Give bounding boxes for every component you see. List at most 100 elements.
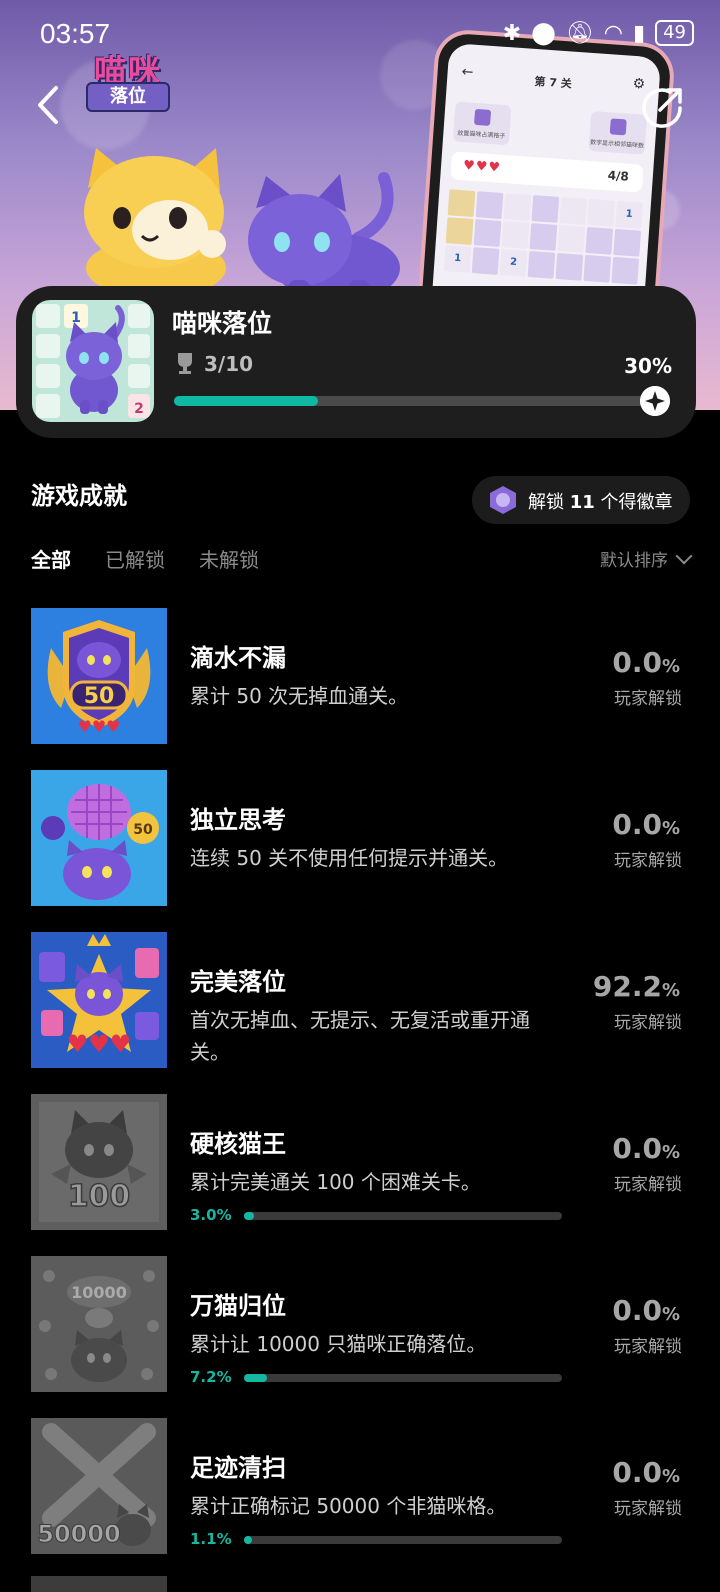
svg-text:2: 2 bbox=[134, 401, 144, 417]
achievement-item[interactable]: 50 独立思考 连续 50 关不使用任何提示并通关。 0.0% 玩家解锁 bbox=[0, 770, 720, 932]
svg-text:♥♥♥: ♥♥♥ bbox=[67, 1030, 132, 1058]
achievement-item[interactable]: ♥♥♥ 完美落位 首次无掉血、无提示、无复活或重开通关。 92.2% 玩家解锁 bbox=[0, 932, 720, 1094]
mute-icon: 🔕︎ bbox=[565, 20, 594, 46]
chevron-down-icon bbox=[675, 547, 693, 564]
achievement-progress: 1.1% bbox=[190, 1530, 574, 1550]
achievement-item[interactable]: 50 ♥♥♥ 滴水不漏 累计 50 次无掉血通关。 0.0% 玩家解锁 bbox=[0, 608, 720, 770]
achievement-title: 完美落位 bbox=[190, 968, 286, 996]
game-progress-bar bbox=[174, 396, 654, 406]
game-progress-fill bbox=[174, 396, 318, 406]
phone-grid: 1 12 bbox=[443, 189, 643, 285]
share-button[interactable] bbox=[640, 86, 684, 130]
cat-10000-locked-icon: 10000 bbox=[31, 1256, 167, 1392]
badge-icon bbox=[490, 486, 516, 514]
achievement-title: 硬核猫王 bbox=[190, 1130, 286, 1158]
cat-100-locked-icon: 100 bbox=[31, 1094, 167, 1230]
achievement-percent: 0.0% bbox=[612, 646, 680, 679]
sort-dropdown[interactable]: 默认排序 bbox=[600, 546, 693, 571]
status-bar: 03:57 ✱ ⬤ 🔕︎ ◠ ▮ 49 bbox=[0, 0, 720, 70]
achievement-desc: 累计完美通关 100 个困难关卡。 bbox=[190, 1170, 481, 1194]
bluetooth-icon: ✱ bbox=[502, 20, 522, 46]
achievement-list: 50 ♥♥♥ 滴水不漏 累计 50 次无掉血通关。 0.0% 玩家解锁 50 独… bbox=[0, 608, 720, 1580]
achievement-unlock-label: 玩家解锁 bbox=[614, 689, 682, 709]
achievement-progress-label: 3.0% bbox=[190, 1206, 232, 1224]
svg-text:♥♥♥: ♥♥♥ bbox=[77, 717, 120, 736]
achievement-progress-label: 7.2% bbox=[190, 1368, 232, 1386]
achievement-progress: 7.2% bbox=[190, 1368, 574, 1388]
tab-unlocked[interactable]: 已解锁 bbox=[105, 544, 165, 573]
cat-star-crown-icon: ♥♥♥ bbox=[31, 932, 167, 1068]
section-title: 游戏成就 bbox=[31, 482, 127, 510]
svg-text:50: 50 bbox=[133, 822, 153, 838]
badge-count: 11 bbox=[569, 492, 595, 513]
trophy-icon bbox=[178, 353, 192, 374]
achievement-item-partial[interactable] bbox=[31, 1576, 167, 1592]
achievement-progress: 3.0% bbox=[190, 1206, 574, 1226]
phone-hint: 数字显示相邻猫咪数 bbox=[588, 110, 648, 155]
sparkle-icon bbox=[640, 386, 670, 416]
achievement-desc: 累计让 10000 只猫咪正确落位。 bbox=[190, 1332, 487, 1356]
achievement-title: 独立思考 bbox=[190, 806, 286, 834]
filter-tabs: 全部 已解锁 未解锁 bbox=[31, 544, 259, 573]
achievement-unlock-label: 玩家解锁 bbox=[614, 1499, 682, 1519]
status-time: 03:57 bbox=[40, 18, 111, 49]
cat-shield-50-icon: 50 ♥♥♥ bbox=[31, 608, 167, 744]
back-button[interactable] bbox=[30, 82, 70, 128]
achievement-item[interactable]: 100 硬核猫王 累计完美通关 100 个困难关卡。 0.0% 玩家解锁 3.0… bbox=[0, 1094, 720, 1256]
phone-hearts: ♥♥♥ bbox=[462, 158, 502, 176]
tab-locked[interactable]: 未解锁 bbox=[199, 544, 259, 573]
phone-hint: 放置猫咪占满格子 bbox=[452, 101, 512, 146]
game-summary-card: 1 2 喵咪落位 3/10 30% bbox=[16, 286, 696, 438]
achievement-progress-bar bbox=[244, 1374, 562, 1382]
phone-level-title: 第 7 关 bbox=[534, 74, 573, 91]
achievement-unlock-label: 玩家解锁 bbox=[614, 1175, 682, 1195]
location-icon: ⬤ bbox=[531, 20, 556, 46]
achievement-item[interactable]: 10000 万猫归位 累计让 10000 只猫咪正确落位。 0.0% 玩家解锁 … bbox=[0, 1256, 720, 1418]
svg-text:50000: 50000 bbox=[37, 1520, 121, 1548]
achievement-percent: 0.0% bbox=[612, 1132, 680, 1165]
achievement-progress-fill bbox=[244, 1212, 254, 1220]
achievement-progress-bar bbox=[244, 1536, 562, 1544]
achievement-unlock-label: 玩家解锁 bbox=[614, 1013, 682, 1033]
logo-subtitle: 落位 bbox=[86, 82, 170, 112]
achievement-title: 万猫归位 bbox=[190, 1292, 286, 1320]
achievement-unlock-label: 玩家解锁 bbox=[614, 851, 682, 871]
cat-50000-locked-icon: 50000 bbox=[31, 1418, 167, 1554]
achievement-desc: 累计 50 次无掉血通关。 bbox=[190, 684, 409, 708]
svg-text:10000: 10000 bbox=[71, 1283, 127, 1302]
signal-icon: ▮ bbox=[632, 20, 646, 46]
svg-text:50: 50 bbox=[84, 684, 115, 709]
achievement-unlock-label: 玩家解锁 bbox=[614, 1337, 682, 1357]
achievement-title: 足迹清扫 bbox=[190, 1454, 286, 1482]
wifi-icon: ◠ bbox=[603, 20, 623, 46]
achievement-desc: 累计正确标记 50000 个非猫咪格。 bbox=[190, 1494, 507, 1518]
achievement-progress-fill bbox=[244, 1536, 252, 1544]
achievement-progress-label: 1.1% bbox=[190, 1530, 232, 1548]
game-title: 喵咪落位 bbox=[172, 309, 273, 338]
yellow-cat-illustration bbox=[84, 148, 226, 298]
achievement-desc: 首次无掉血、无提示、无复活或重开通关。 bbox=[190, 1008, 530, 1064]
badge-prefix: 解锁 bbox=[528, 492, 564, 513]
achievement-percent: 92.2% bbox=[592, 970, 680, 1003]
badge-text: 解锁 11 个得徽章 bbox=[528, 488, 673, 514]
unlock-badge-button[interactable]: 解锁 11 个得徽章 bbox=[472, 476, 690, 524]
achievement-desc: 连续 50 关不使用任何提示并通关。 bbox=[190, 846, 509, 870]
phone-cat-count: 4/8 bbox=[607, 168, 630, 184]
sort-label: 默认排序 bbox=[600, 551, 668, 571]
badge-suffix: 个得徽章 bbox=[600, 492, 673, 513]
trophy-count: 3/10 bbox=[204, 352, 254, 376]
achievement-percent: 0.0% bbox=[612, 1456, 680, 1489]
battery-icon: 49 bbox=[655, 20, 694, 46]
tab-all[interactable]: 全部 bbox=[31, 544, 71, 573]
cat-brain-50-icon: 50 bbox=[31, 770, 167, 906]
achievement-percent: 0.0% bbox=[612, 808, 680, 841]
progress-percent: 30% bbox=[624, 354, 672, 378]
achievement-progress-bar bbox=[244, 1212, 562, 1220]
achievement-progress-fill bbox=[244, 1374, 267, 1382]
svg-text:1: 1 bbox=[71, 310, 81, 326]
achievement-percent: 0.0% bbox=[612, 1294, 680, 1327]
achievement-title: 滴水不漏 bbox=[190, 644, 286, 672]
game-icon: 1 2 bbox=[32, 300, 154, 422]
achievement-item[interactable]: 50000 足迹清扫 累计正确标记 50000 个非猫咪格。 0.0% 玩家解锁… bbox=[0, 1418, 720, 1580]
svg-text:100: 100 bbox=[68, 1179, 131, 1214]
